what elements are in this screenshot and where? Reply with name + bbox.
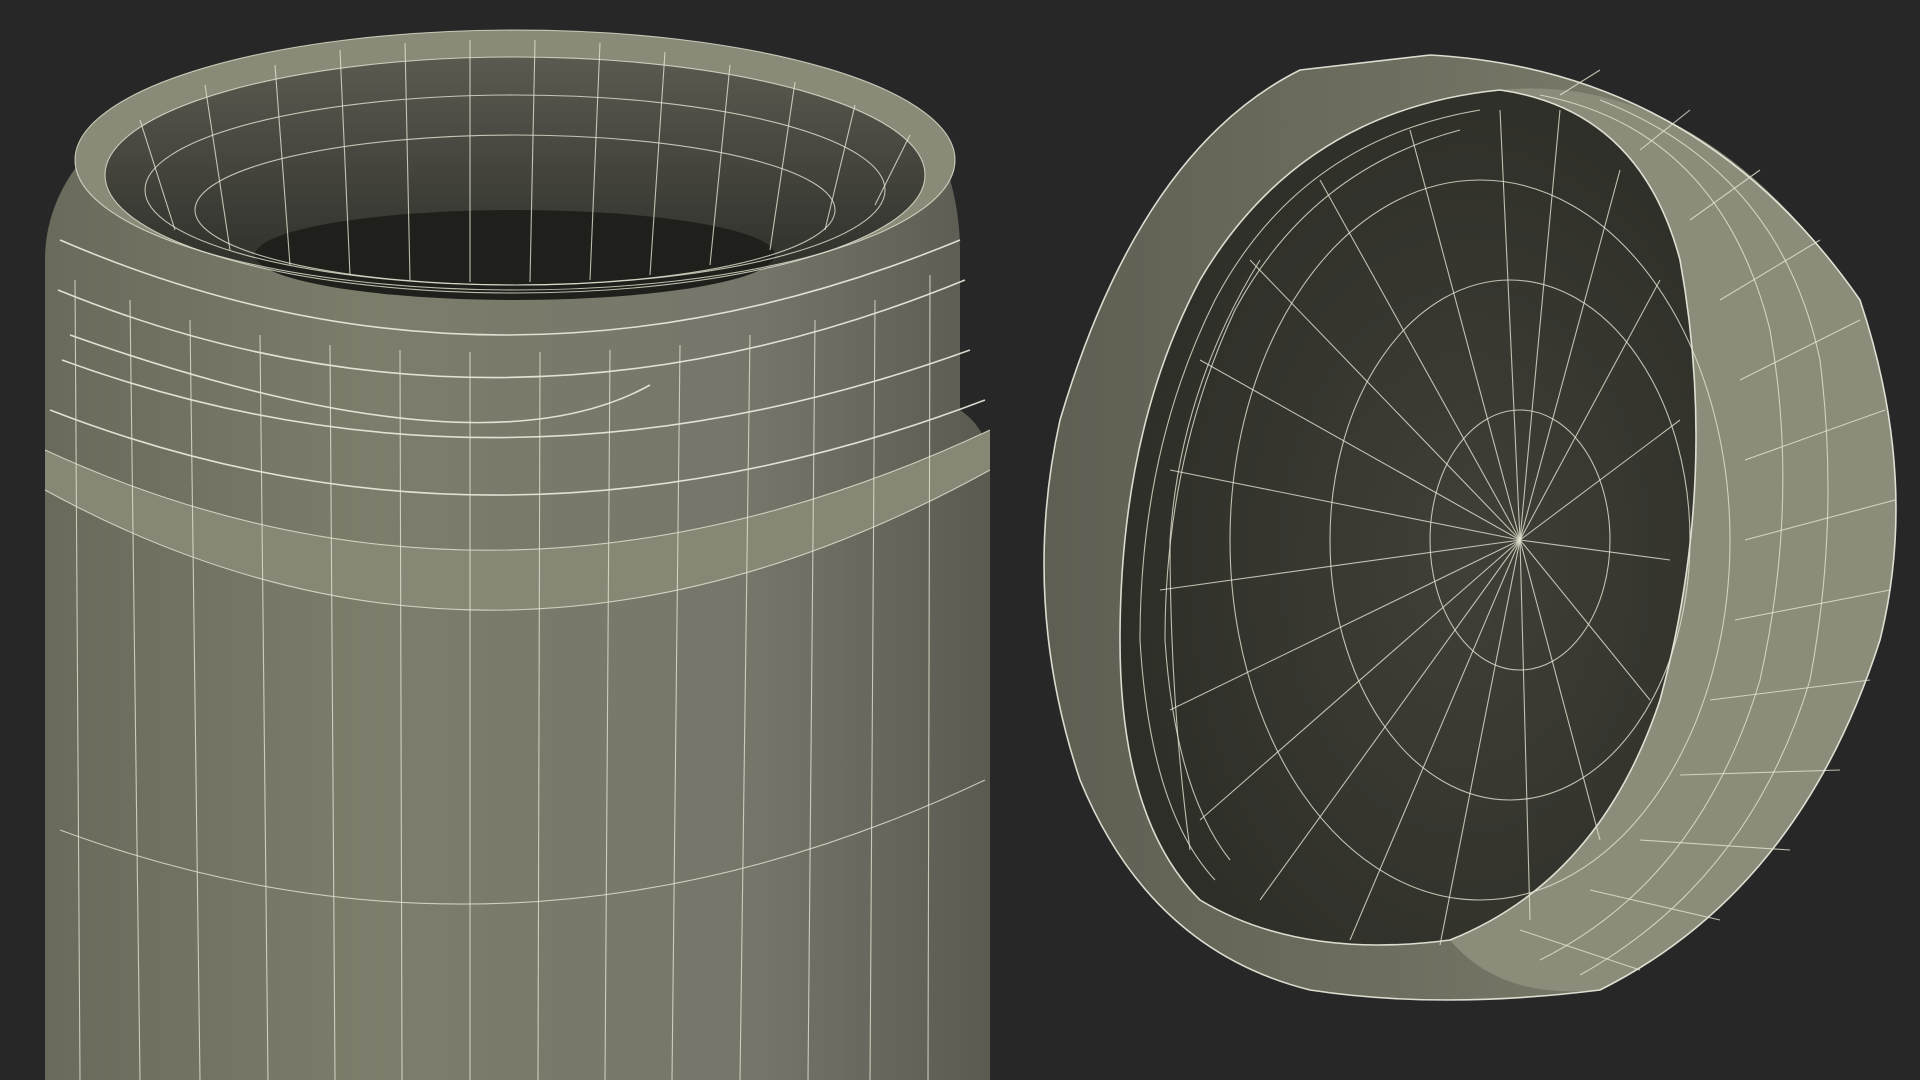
3d-viewport[interactable] — [0, 0, 1920, 1080]
jar-inner-shadow — [255, 210, 775, 300]
jar-model[interactable] — [44, 29, 991, 1080]
lid-model[interactable] — [1043, 54, 1897, 1001]
